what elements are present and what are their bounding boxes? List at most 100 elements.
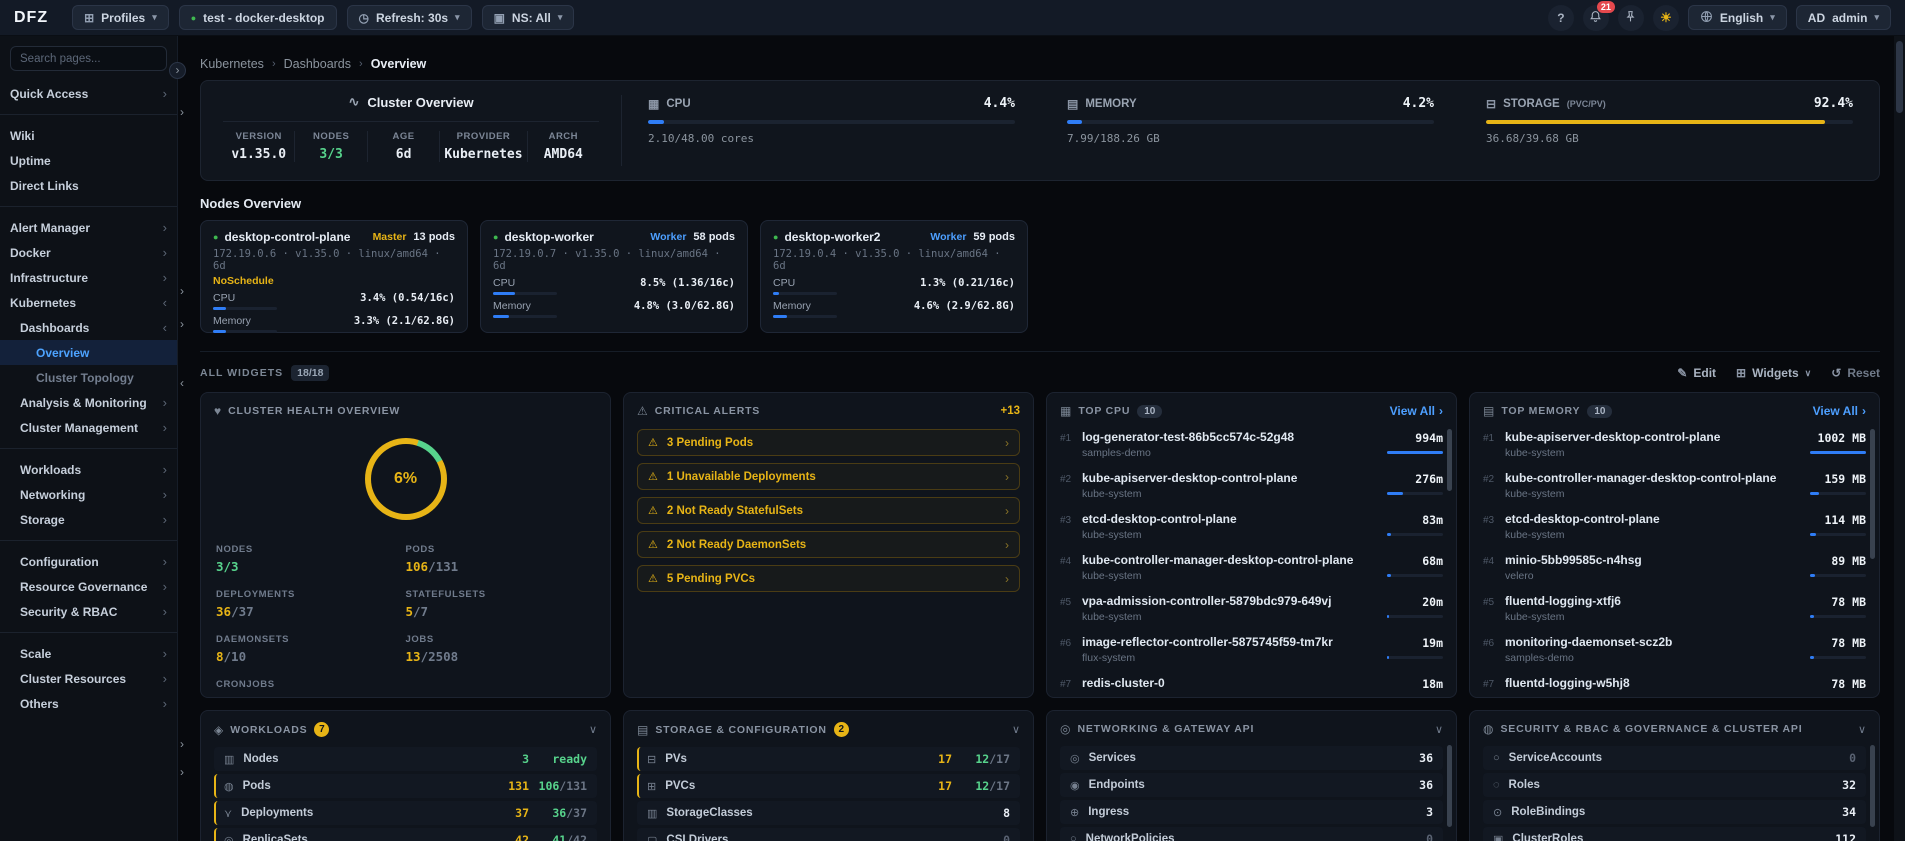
top-cpu-row[interactable]: #3 etcd-desktop-control-plane kube-syste… bbox=[1060, 509, 1443, 550]
sidebar-item[interactable]: Storage › bbox=[0, 507, 177, 532]
collapse-handle[interactable]: › bbox=[169, 62, 186, 79]
resource-row[interactable]: ◉ Endpoints 36 bbox=[1060, 773, 1443, 797]
sidebar-item[interactable]: Networking › bbox=[0, 482, 177, 507]
resource-row[interactable]: ⋎ Deployments 37 36/37 bbox=[214, 801, 597, 825]
sidebar-item[interactable]: Overview bbox=[0, 340, 177, 365]
sidebar-item[interactable]: Cluster Management › bbox=[0, 415, 177, 440]
node-card[interactable]: ● desktop-control-plane Master 13 pods 1… bbox=[200, 220, 468, 333]
resource-row[interactable]: ▥ StorageClasses 8 bbox=[637, 801, 1020, 825]
sidebar-item[interactable]: Others › bbox=[0, 691, 177, 716]
top-memory-row[interactable]: #2 kube-controller-manager-desktop-contr… bbox=[1483, 468, 1866, 509]
top-cpu-row[interactable]: #1 log-generator-test-86b5cc574c-52g48 s… bbox=[1060, 427, 1443, 468]
edit-button[interactable]: ✎ Edit bbox=[1677, 366, 1716, 380]
sidebar-item[interactable]: Docker › bbox=[0, 240, 177, 265]
collapse-chevron-icon[interactable]: ∨ bbox=[589, 723, 597, 736]
view-all-link[interactable]: View All › bbox=[1390, 404, 1443, 418]
top-memory-row[interactable]: #4 minio-5bb99585c-n4hsg velero 89 MB bbox=[1483, 550, 1866, 591]
collapse-handle[interactable]: › bbox=[180, 764, 184, 780]
widget-scrollbar[interactable] bbox=[1447, 429, 1452, 491]
alert-item[interactable]: ⚠ 2 Not Ready DaemonSets › bbox=[637, 531, 1020, 558]
alert-item[interactable]: ⚠ 2 Not Ready StatefulSets › bbox=[637, 497, 1020, 524]
page-scrollbar[interactable] bbox=[1894, 36, 1905, 841]
top-memory-row[interactable]: #6 monitoring-daemonset-scz2b samples-de… bbox=[1483, 632, 1866, 673]
sidebar-item[interactable]: Uptime bbox=[0, 148, 177, 173]
reset-button[interactable]: ↺ Reset bbox=[1831, 366, 1880, 380]
sidebar-item[interactable]: Kubernetes ‹ bbox=[0, 290, 177, 315]
sidebar-item[interactable]: Quick Access › bbox=[0, 81, 177, 106]
search-input[interactable] bbox=[10, 46, 167, 71]
collapse-handle[interactable]: › bbox=[180, 283, 184, 299]
resource-row[interactable]: ▣ ClusterRoles 112 bbox=[1483, 827, 1866, 841]
sidebar-item[interactable]: Infrastructure › bbox=[0, 265, 177, 290]
widget-scrollbar[interactable] bbox=[1870, 429, 1875, 559]
collapse-chevron-icon[interactable]: ∨ bbox=[1858, 723, 1866, 736]
breadcrumb-dashboards[interactable]: Dashboards bbox=[284, 57, 351, 71]
resource-ready: 106 bbox=[538, 779, 560, 793]
resource-row[interactable]: ⊙ RoleBindings 34 bbox=[1483, 800, 1866, 824]
view-all-link[interactable]: View All › bbox=[1813, 404, 1866, 418]
profiles-button[interactable]: ⊞ Profiles ▾ bbox=[72, 5, 169, 30]
resource-row[interactable]: ▥ Nodes 3 ready bbox=[214, 747, 597, 771]
alert-item[interactable]: ⚠ 5 Pending PVCs › bbox=[637, 565, 1020, 592]
alert-item[interactable]: ⚠ 3 Pending Pods › bbox=[637, 429, 1020, 456]
sidebar-item[interactable]: Cluster Resources › bbox=[0, 666, 177, 691]
clock-icon: ◷ bbox=[358, 10, 369, 25]
sidebar-item[interactable]: Security & RBAC › bbox=[0, 599, 177, 624]
user-menu[interactable]: AD admin ▾ bbox=[1795, 5, 1891, 30]
notifications-button[interactable]: 21 bbox=[1582, 0, 1615, 31]
sidebar-item[interactable]: Configuration › bbox=[0, 549, 177, 574]
namespace-selector[interactable]: ▣ NS: All ▾ bbox=[481, 5, 575, 30]
breadcrumb-kubernetes[interactable]: Kubernetes bbox=[200, 57, 264, 71]
resource-ready: 0 bbox=[1003, 833, 1010, 841]
cluster-selector[interactable]: ● test - docker-desktop bbox=[178, 5, 337, 30]
node-card[interactable]: ● desktop-worker Worker 58 pods 172.19.0… bbox=[480, 220, 748, 333]
resource-row[interactable]: ⊞ PVCs 17 12/17 bbox=[637, 774, 1020, 798]
sidebar-item[interactable]: Cluster Topology bbox=[0, 365, 177, 390]
top-cpu-row[interactable]: #7 redis-cluster-0 18m bbox=[1060, 673, 1443, 697]
sidebar-item[interactable]: Dashboards ‹ bbox=[0, 315, 177, 340]
resource-row[interactable]: ⊟ PVs 17 12/17 bbox=[637, 747, 1020, 771]
top-cpu-row[interactable]: #4 kube-controller-manager-desktop-contr… bbox=[1060, 550, 1443, 591]
top-memory-row[interactable]: #3 etcd-desktop-control-plane kube-syste… bbox=[1483, 509, 1866, 550]
help-button[interactable]: ? bbox=[1547, 4, 1574, 31]
resource-row[interactable]: ○ ServiceAccounts 0 bbox=[1483, 746, 1866, 770]
pin-button[interactable] bbox=[1617, 4, 1644, 31]
resource-row[interactable]: ◎ ReplicaSets 42 41/42 bbox=[214, 828, 597, 841]
collapse-handle[interactable]: › bbox=[180, 104, 184, 120]
theme-toggle-button[interactable]: ☀ bbox=[1652, 4, 1679, 31]
collapse-handle[interactable]: › bbox=[180, 316, 184, 332]
resource-row[interactable]: ◍ Pods 131 106/131 bbox=[214, 774, 597, 798]
top-cpu-row[interactable]: #2 kube-apiserver-desktop-control-plane … bbox=[1060, 468, 1443, 509]
top-memory-row[interactable]: #5 fluentd-logging-xtfj6 kube-system 78 … bbox=[1483, 591, 1866, 632]
node-card[interactable]: ● desktop-worker2 Worker 59 pods 172.19.… bbox=[760, 220, 1028, 333]
collapse-handle[interactable]: ‹ bbox=[180, 375, 184, 391]
top-cpu-row[interactable]: #5 vpa-admission-controller-5879bdc979-6… bbox=[1060, 591, 1443, 632]
sidebar-item[interactable]: Alert Manager › bbox=[0, 215, 177, 240]
sidebar-item[interactable]: Wiki bbox=[0, 123, 177, 148]
collapse-chevron-icon[interactable]: ∨ bbox=[1012, 723, 1020, 736]
sidebar-item[interactable]: Scale › bbox=[0, 641, 177, 666]
widget-scrollbar[interactable] bbox=[1447, 745, 1452, 827]
top-memory-row[interactable]: #7 fluentd-logging-w5hj8 78 MB bbox=[1483, 673, 1866, 697]
alert-item[interactable]: ⚠ 1 Unavailable Deployments › bbox=[637, 463, 1020, 490]
collapse-handle[interactable]: › bbox=[180, 736, 184, 752]
top-memory-row[interactable]: #1 kube-apiserver-desktop-control-plane … bbox=[1483, 427, 1866, 468]
refresh-interval-button[interactable]: ◷ Refresh: 30s ▾ bbox=[346, 5, 472, 30]
resource-row[interactable]: ◌ Roles 32 bbox=[1483, 773, 1866, 797]
resource-row[interactable]: ◎ Services 36 bbox=[1060, 746, 1443, 770]
sidebar-item-label: Cluster Management bbox=[20, 420, 139, 435]
sidebar-item[interactable]: Analysis & Monitoring › bbox=[0, 390, 177, 415]
sidebar-item[interactable]: Resource Governance › bbox=[0, 574, 177, 599]
resource-row[interactable]: ▢ CSI Drivers 0 bbox=[637, 828, 1020, 841]
collapse-chevron-icon[interactable]: ∨ bbox=[1435, 723, 1443, 736]
language-selector[interactable]: English ▾ bbox=[1687, 5, 1787, 30]
top-cpu-row[interactable]: #6 image-reflector-controller-5875745f59… bbox=[1060, 632, 1443, 673]
widget-scrollbar[interactable] bbox=[1870, 745, 1875, 827]
sidebar-item[interactable]: Direct Links bbox=[0, 173, 177, 198]
rank-label: #3 bbox=[1060, 515, 1072, 526]
widgets-button[interactable]: ⊞ Widgets ∨ bbox=[1736, 366, 1811, 380]
resource-row[interactable]: ⊕ Ingress 3 bbox=[1060, 800, 1443, 824]
resource-row[interactable]: ○ NetworkPolicies 0 bbox=[1060, 827, 1443, 841]
scrollbar-thumb[interactable] bbox=[1896, 41, 1903, 113]
sidebar-item[interactable]: Workloads › bbox=[0, 457, 177, 482]
